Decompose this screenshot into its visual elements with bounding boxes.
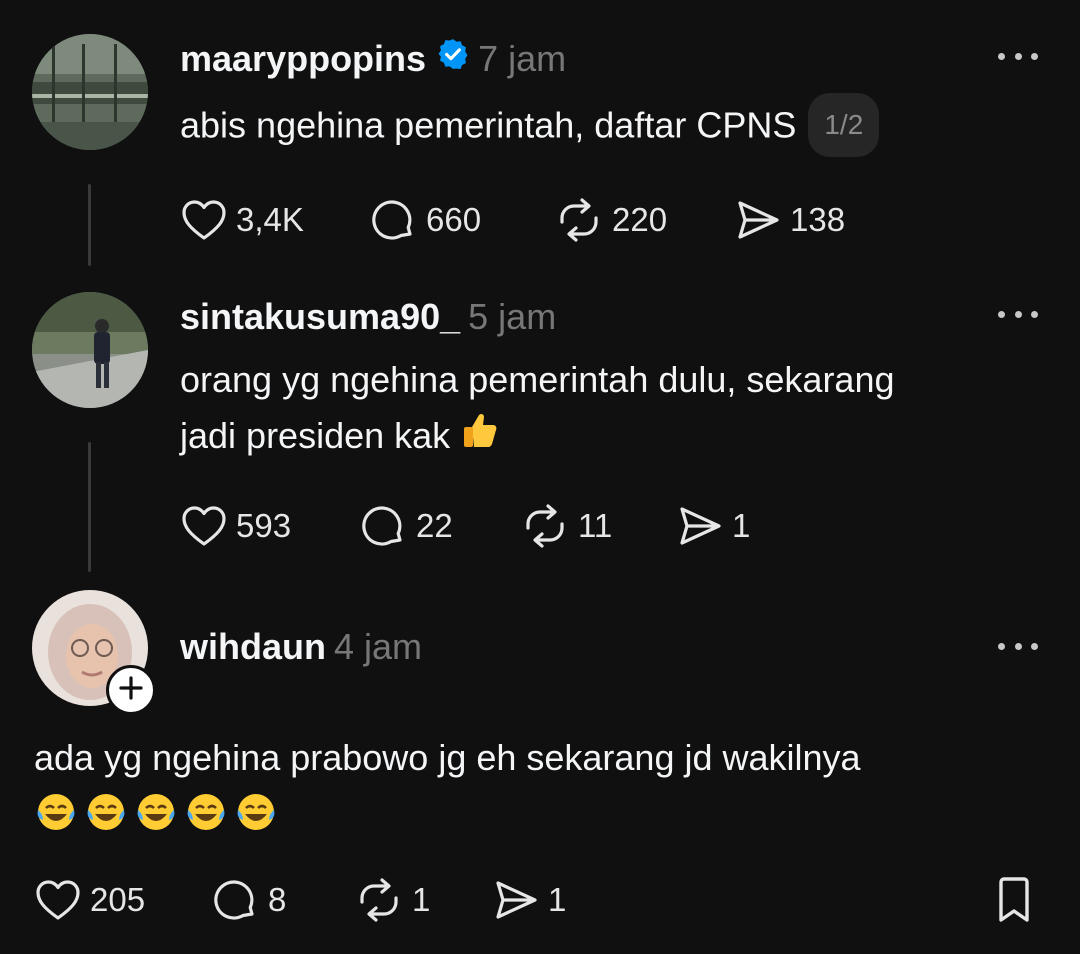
- heart-icon: [180, 504, 228, 548]
- tears-of-joy-emoji: [84, 790, 128, 850]
- like-count: 593: [236, 507, 292, 544]
- tears-of-joy-emoji: [184, 790, 228, 850]
- username[interactable]: maaryppopins 7 jam: [180, 38, 566, 83]
- username-text[interactable]: wihdaun: [180, 626, 326, 667]
- post-text: orang yg ngehina pemerintah dulu, sekara…: [180, 352, 895, 467]
- comment-count: 22: [416, 507, 453, 544]
- repost-button[interactable]: 1: [354, 878, 430, 922]
- comment-count: 660: [426, 201, 482, 238]
- username[interactable]: sintakusuma90_ 5 jam: [180, 296, 556, 338]
- tears-of-joy-emoji: [34, 790, 78, 850]
- thumbs-up-emoji: [460, 409, 502, 467]
- more-icon[interactable]: [998, 304, 1038, 324]
- repost-count: 220: [612, 201, 668, 238]
- repost-icon: [520, 504, 570, 548]
- like-button[interactable]: 3,4K: [180, 198, 304, 242]
- repost-button[interactable]: 11: [520, 504, 612, 548]
- like-count: 3,4K: [236, 201, 304, 238]
- repost-count: 11: [578, 507, 613, 544]
- repost-button[interactable]: 220: [554, 198, 667, 242]
- share-count: 1: [732, 507, 751, 544]
- share-icon: [492, 878, 540, 922]
- comment-button[interactable]: 660: [370, 198, 481, 242]
- verified-badge-icon: [436, 37, 470, 80]
- username-text[interactable]: maaryppopins: [180, 38, 426, 79]
- repost-icon: [354, 878, 404, 922]
- post-text-line: jadi presiden kak: [180, 408, 895, 467]
- share-icon: [676, 504, 724, 548]
- username[interactable]: wihdaun 4 jam: [180, 626, 422, 668]
- share-count: 1: [548, 881, 567, 918]
- post-text: ada yg ngehina prabowo jg eh sekarang jd…: [34, 730, 861, 850]
- post-text-line: orang yg ngehina pemerintah dulu, sekara…: [180, 359, 895, 400]
- more-icon[interactable]: [998, 46, 1038, 66]
- heart-icon: [34, 878, 82, 922]
- like-button[interactable]: 593: [180, 504, 291, 548]
- timestamp: 4 jam: [334, 626, 423, 667]
- share-button[interactable]: 138: [734, 198, 845, 242]
- comment-count: 8: [268, 881, 287, 918]
- tears-of-joy-emoji: [134, 790, 178, 850]
- comment-icon: [370, 198, 418, 242]
- post-text-content: abis ngehina pemerintah, daftar CPNS: [180, 104, 797, 146]
- share-count: 138: [790, 201, 846, 238]
- post-text-content: jadi presiden kak: [180, 415, 451, 456]
- thread-line: [88, 442, 91, 572]
- share-button[interactable]: 1: [492, 878, 566, 922]
- thread-line: [88, 184, 91, 266]
- bookmark-icon: [994, 876, 1034, 924]
- follow-button[interactable]: [106, 665, 156, 715]
- like-count: 205: [90, 881, 146, 918]
- timestamp: 5 jam: [468, 296, 557, 337]
- repost-icon: [554, 198, 604, 242]
- tears-of-joy-emoji: [234, 790, 278, 850]
- timestamp: 7 jam: [478, 38, 567, 79]
- emoji-row: [34, 790, 861, 850]
- comment-icon: [360, 504, 408, 548]
- comment-icon: [212, 878, 260, 922]
- post-text: abis ngehina pemerintah, daftar CPNS 1/2: [180, 93, 880, 160]
- comment-button[interactable]: 22: [360, 504, 453, 548]
- share-button[interactable]: 1: [676, 504, 750, 548]
- avatar[interactable]: [32, 292, 148, 408]
- comment-button[interactable]: 8: [212, 878, 286, 922]
- username-text[interactable]: sintakusuma90_: [180, 296, 460, 337]
- share-icon: [734, 198, 782, 242]
- heart-icon: [180, 198, 228, 242]
- save-button[interactable]: [994, 876, 1034, 924]
- avatar[interactable]: [32, 34, 148, 150]
- like-button[interactable]: 205: [34, 878, 145, 922]
- plus-icon: [118, 675, 144, 706]
- post-text-line: ada yg ngehina prabowo jg eh sekarang jd…: [34, 737, 861, 778]
- page-indicator: 1/2: [808, 93, 880, 157]
- repost-count: 1: [412, 881, 431, 918]
- more-icon[interactable]: [998, 636, 1038, 656]
